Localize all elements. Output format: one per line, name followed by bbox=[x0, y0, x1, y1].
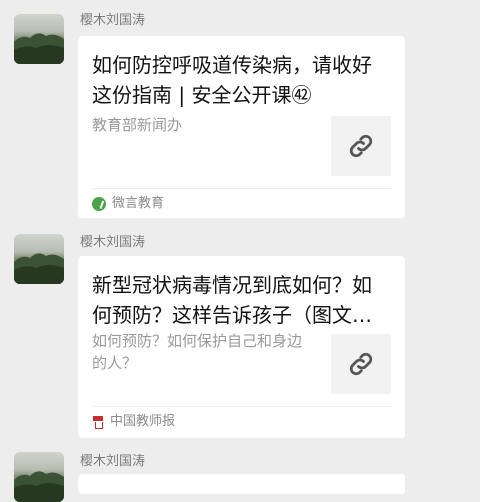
sender-name: 樱木刘国涛 bbox=[80, 235, 146, 250]
avatar[interactable] bbox=[14, 14, 64, 64]
link-card[interactable]: 如何防控呼吸道传染病，请收好这份指南 | 安全公开课㊷ 教育部新闻办 微言教育 bbox=[78, 36, 405, 218]
sender-name: 樱木刘国涛 bbox=[80, 13, 146, 28]
card-description: 教育部新闻办 bbox=[92, 116, 183, 134]
card-source[interactable]: 微言教育 bbox=[92, 196, 164, 212]
link-icon bbox=[349, 352, 373, 376]
avatar[interactable] bbox=[14, 234, 64, 284]
sender-name: 樱木刘国涛 bbox=[80, 454, 146, 469]
card-title: 如何防控呼吸道传染病，请收好这份指南 | 安全公开课㊷ bbox=[92, 53, 372, 107]
card-source[interactable]: 中国教师报 bbox=[92, 414, 175, 430]
card-title: 新型冠状病毒情况到底如何？如何预防？这样告诉孩子（图文详… bbox=[92, 273, 372, 327]
divider bbox=[92, 188, 391, 189]
card-description: 如何预防？如何保护自己和身边的人？ bbox=[92, 332, 303, 372]
source-name: 微言教育 bbox=[112, 196, 165, 211]
link-thumbnail bbox=[331, 116, 391, 176]
link-thumbnail bbox=[331, 334, 391, 394]
divider bbox=[92, 406, 391, 407]
link-card[interactable] bbox=[78, 474, 405, 494]
source-name: 中国教师报 bbox=[110, 414, 176, 429]
wechat-green-leaf-icon bbox=[92, 197, 106, 211]
link-card[interactable]: 新型冠状病毒情况到底如何？如何预防？这样告诉孩子（图文详… 如何预防？如何保护自… bbox=[78, 256, 405, 438]
link-icon bbox=[349, 134, 373, 158]
newspaper-red-icon bbox=[92, 415, 104, 429]
avatar[interactable] bbox=[14, 452, 64, 502]
